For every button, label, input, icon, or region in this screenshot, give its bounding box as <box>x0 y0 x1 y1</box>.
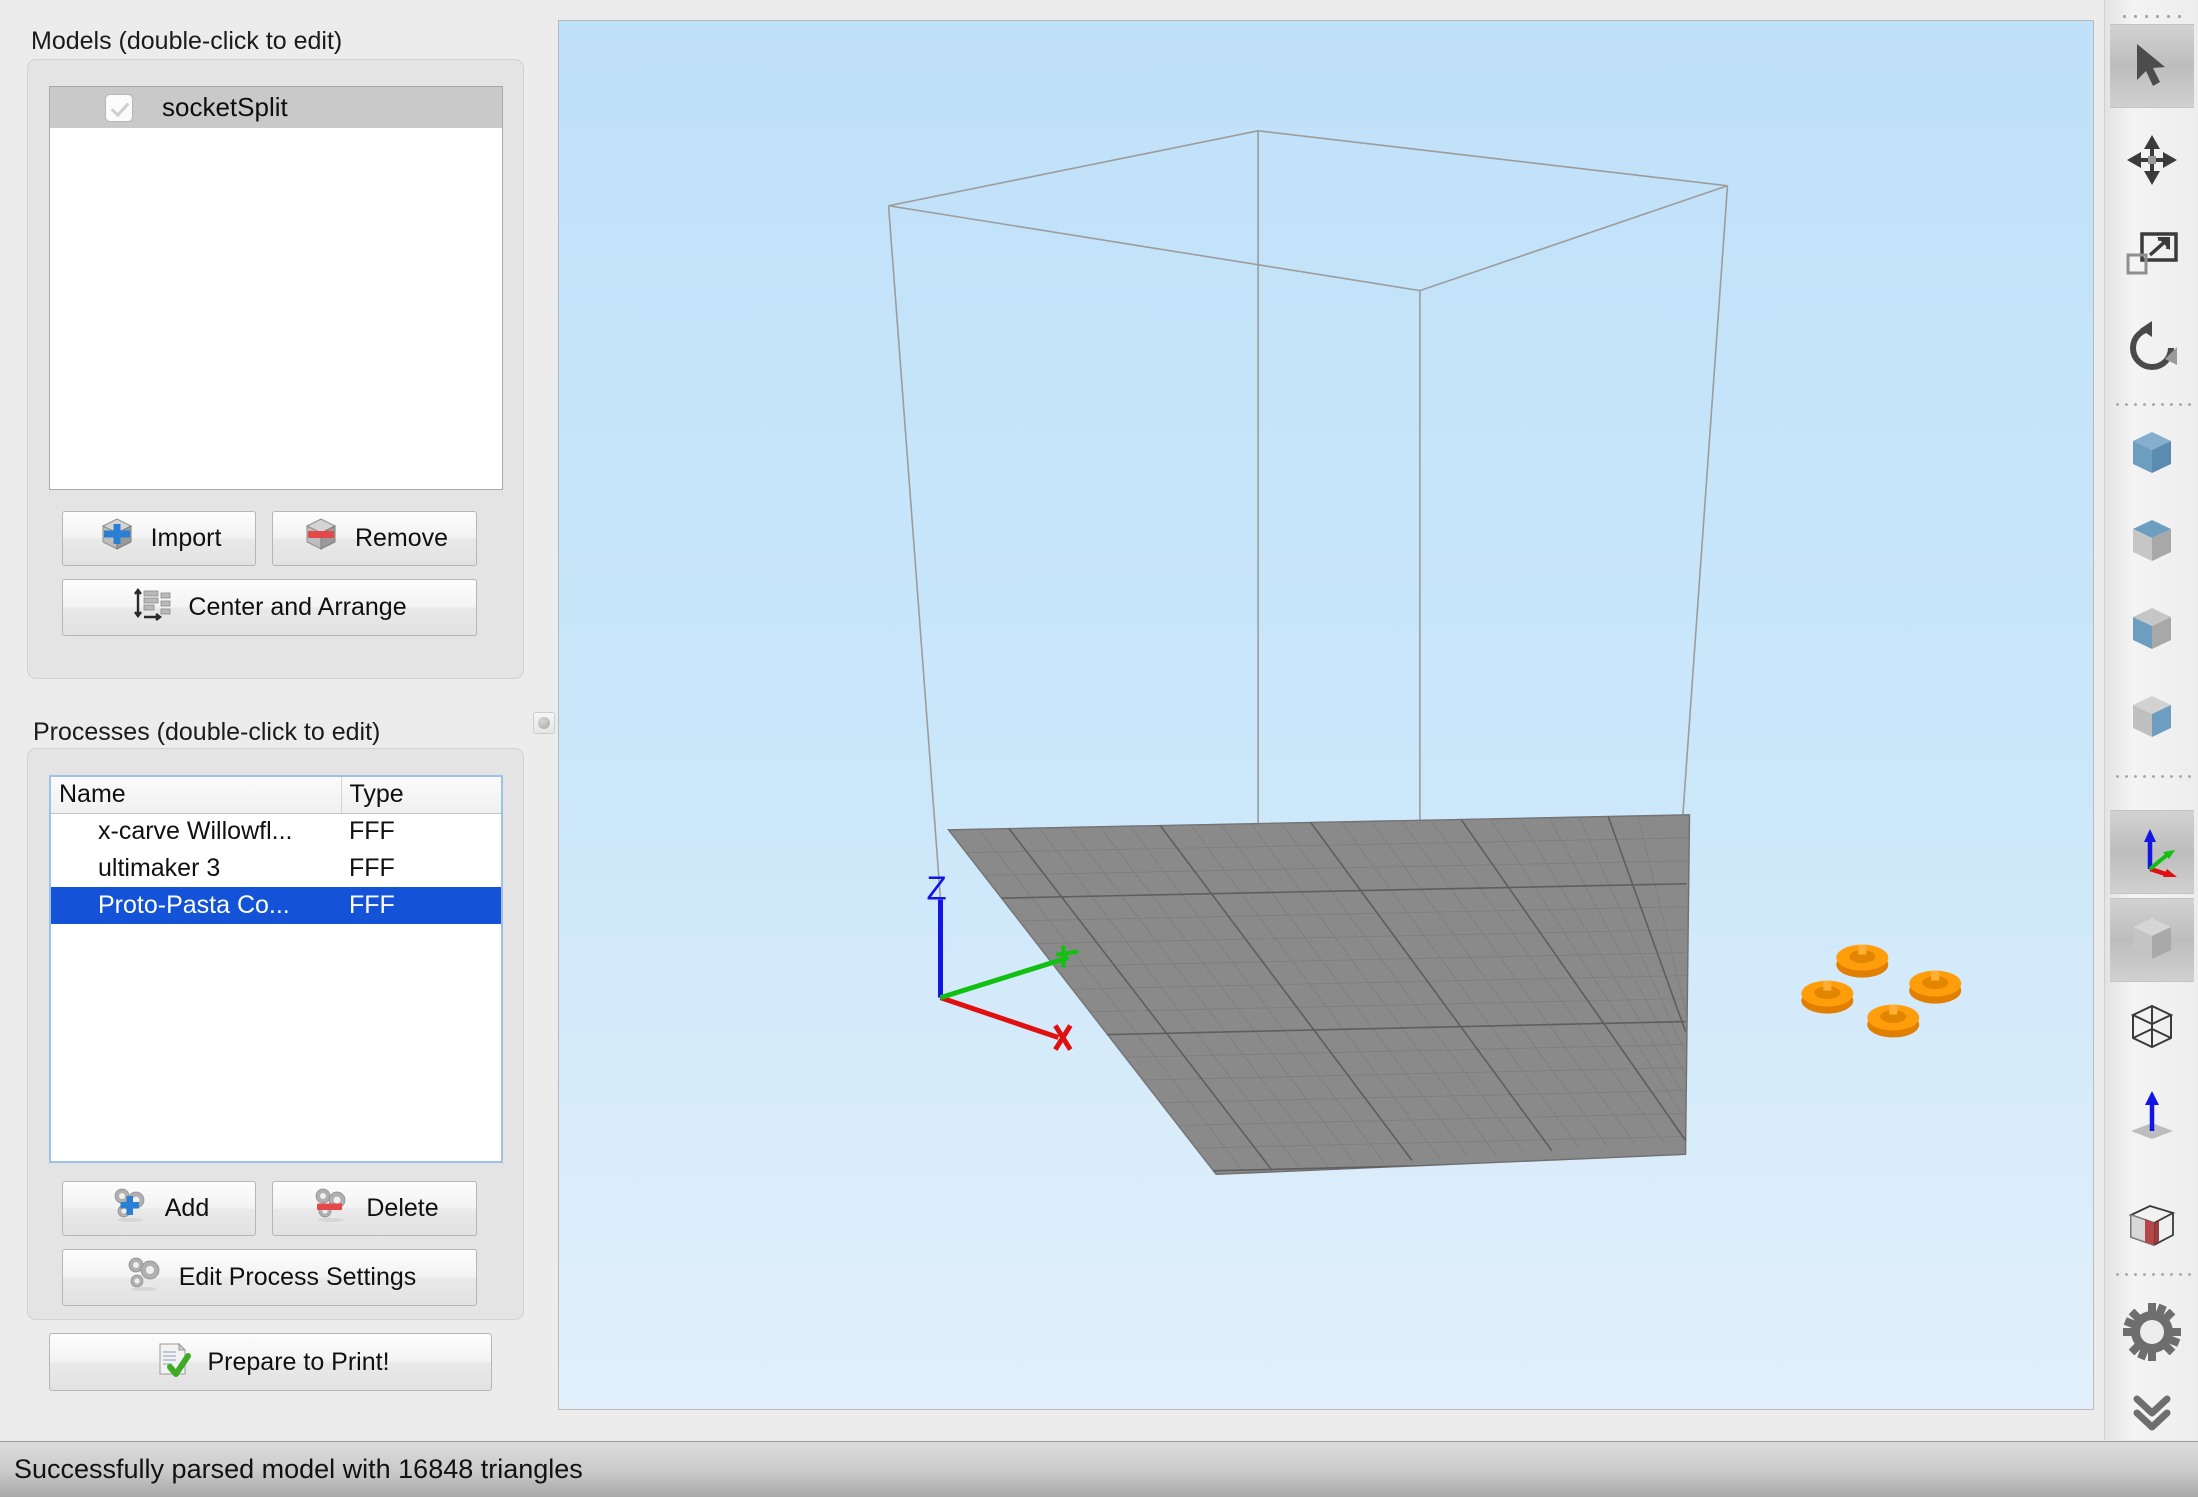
surface-normal-icon[interactable] <box>2110 1074 2194 1158</box>
cursor-select-icon[interactable] <box>2110 24 2194 108</box>
axis-y-line <box>939 955 1070 1000</box>
application-window: Models (double-click to edit) socketSpli… <box>0 0 2198 1497</box>
move-icon[interactable] <box>2110 118 2194 202</box>
processes-list[interactable]: Name Type x-carve Willowfl... FFF ultima… <box>49 775 503 1163</box>
list-item[interactable]: socketSplit <box>50 87 502 128</box>
model-instance <box>1836 944 1889 978</box>
right-toolbar <box>2104 0 2198 1440</box>
gears-minus-icon <box>310 1185 352 1232</box>
gears-icon <box>123 1254 165 1301</box>
gear-settings-icon[interactable] <box>2110 1290 2194 1374</box>
edit-process-settings-button[interactable]: Edit Process Settings <box>62 1249 477 1306</box>
process-type: FFF <box>341 887 501 924</box>
center-arrange-icon <box>132 584 174 631</box>
edit-process-settings-button-label: Edit Process Settings <box>178 1263 417 1291</box>
model-instance <box>1909 970 1962 1004</box>
model-instances <box>1801 944 1962 1038</box>
column-header-name[interactable]: Name <box>51 777 342 814</box>
model-checkbox[interactable] <box>105 93 133 122</box>
models-list[interactable]: socketSplit <box>49 86 503 490</box>
cube-solid-icon[interactable] <box>2110 898 2194 982</box>
processes-options-handle[interactable] <box>533 712 555 734</box>
prepare-to-print-button[interactable]: Prepare to Print! <box>49 1333 492 1391</box>
table-row-selected[interactable]: Proto-Pasta Co... FFF <box>51 887 501 924</box>
gears-plus-icon <box>109 1185 151 1232</box>
add-process-button[interactable]: Add <box>62 1181 256 1236</box>
delete-process-button-label: Delete <box>366 1194 439 1222</box>
process-name: Proto-Pasta Co... <box>51 887 341 924</box>
model-instance <box>1867 1004 1920 1038</box>
axis-indicator-icon[interactable] <box>2110 810 2194 894</box>
build-plate <box>947 814 1691 1176</box>
cube-top-face-icon[interactable] <box>2110 500 2194 584</box>
model-instance <box>1801 980 1854 1014</box>
table-row[interactable]: ultimaker 3 FFF <box>51 850 501 887</box>
models-section-label: Models (double-click to edit) <box>31 27 343 55</box>
process-type: FFF <box>349 854 395 882</box>
toolbar-separator <box>2113 770 2193 778</box>
cube-wireframe-icon[interactable] <box>2110 986 2194 1070</box>
3d-viewport[interactable]: Z X <box>558 20 2094 1410</box>
rotate-icon[interactable] <box>2110 306 2194 390</box>
viewport-scene: Z X <box>887 130 1962 1176</box>
import-button[interactable]: Import <box>62 511 256 566</box>
remove-button[interactable]: Remove <box>272 511 477 566</box>
cube-all-faces-icon[interactable] <box>2110 412 2194 496</box>
import-button-label: Import <box>150 524 222 552</box>
import-cube-plus-icon <box>97 515 137 562</box>
add-process-button-label: Add <box>164 1194 210 1222</box>
table-row[interactable]: x-carve Willowfl... FFF <box>51 813 501 850</box>
center-and-arrange-button-label: Center and Arrange <box>188 593 407 621</box>
table-header-row: Name Type <box>51 777 501 814</box>
toolbar-drag-handle[interactable] <box>2119 8 2185 18</box>
prepare-to-print-button-label: Prepare to Print! <box>207 1347 390 1376</box>
toolbar-separator <box>2113 1268 2193 1276</box>
process-type: FFF <box>349 817 395 846</box>
model-name-label: socketSplit <box>162 92 288 122</box>
remove-cube-minus-icon <box>301 515 341 562</box>
document-check-icon <box>151 1339 193 1386</box>
left-panel: Models (double-click to edit) socketSpli… <box>0 0 556 1440</box>
process-name: ultimaker 3 <box>98 854 221 882</box>
cross-section-icon[interactable] <box>2110 1186 2194 1270</box>
cube-right-face-icon[interactable] <box>2110 676 2194 760</box>
status-bar: Successfully parsed model with 16848 tri… <box>0 1441 2198 1497</box>
remove-button-label: Remove <box>354 524 449 552</box>
toolbar-separator <box>2113 398 2193 406</box>
axis-z-label: Z <box>927 870 947 907</box>
column-header-type[interactable]: Type <box>341 777 501 814</box>
cube-left-face-icon[interactable] <box>2110 588 2194 672</box>
axis-x-line <box>939 995 1060 1040</box>
processes-section-label: Processes (double-click to edit) <box>33 718 381 746</box>
scale-icon[interactable] <box>2110 212 2194 296</box>
processes-table: Name Type x-carve Willowfl... FFF ultima… <box>51 777 501 924</box>
status-message: Successfully parsed model with 16848 tri… <box>14 1454 583 1484</box>
center-and-arrange-button[interactable]: Center and Arrange <box>62 579 477 636</box>
delete-process-button[interactable]: Delete <box>272 1181 477 1236</box>
process-name: x-carve Willowfl... <box>98 817 293 846</box>
